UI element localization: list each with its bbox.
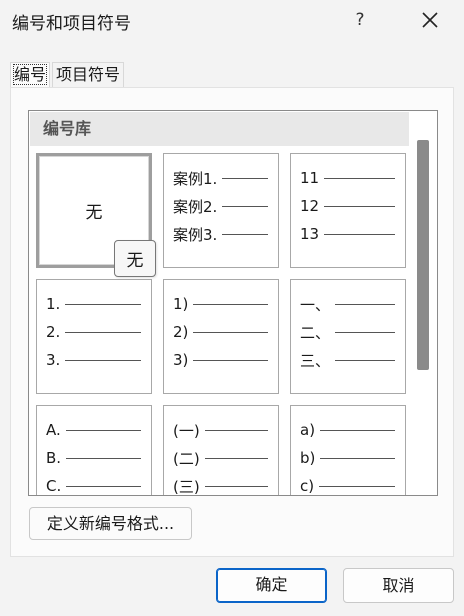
list-item: 13: [300, 220, 397, 248]
tooltip: 无: [114, 240, 156, 277]
list-item: A.: [46, 416, 143, 444]
list-item: b): [300, 444, 397, 472]
list-item: (一): [173, 416, 270, 444]
dialog-title: 编号和项目符号: [12, 14, 131, 34]
tab-numbering[interactable]: 编号: [10, 62, 51, 87]
list-item: 案例1.: [173, 164, 270, 192]
list-item: 案例2.: [173, 192, 270, 220]
list-item: 11: [300, 164, 397, 192]
gallery-header: 编号库: [30, 112, 409, 146]
list-item: 2): [173, 318, 270, 346]
ok-button[interactable]: 确定: [216, 568, 327, 603]
numbering-option-11[interactable]: 11 12 13: [290, 153, 406, 268]
close-button[interactable]: [410, 4, 450, 36]
list-item: c): [300, 472, 397, 495]
list-item: 2.: [46, 318, 143, 346]
numbering-option-decimal-dot[interactable]: 1. 2. 3.: [36, 279, 152, 394]
gallery-scrollbar[interactable]: [410, 112, 436, 494]
list-item: 1): [173, 290, 270, 318]
list-item: (二): [173, 444, 270, 472]
list-item: 二、: [300, 318, 397, 346]
list-item: a): [300, 416, 397, 444]
list-item: 一、: [300, 290, 397, 318]
tab-numbering-label: 编号: [12, 64, 48, 85]
list-item: C.: [46, 472, 143, 495]
cancel-button[interactable]: 取消: [343, 568, 454, 603]
help-button[interactable]: ?: [340, 4, 380, 36]
list-item: 3.: [46, 346, 143, 374]
tab-bullets[interactable]: 项目符号: [52, 62, 125, 87]
list-item: B.: [46, 444, 143, 472]
list-item: (三): [173, 472, 270, 495]
list-item: 12: [300, 192, 397, 220]
numbering-option-lower-alpha[interactable]: a) b) c): [290, 405, 406, 495]
numbering-option-chinese-paren[interactable]: (一) (二) (三): [163, 405, 279, 495]
define-new-format-button[interactable]: 定义新编号格式...: [29, 507, 192, 540]
numbering-option-upper-alpha[interactable]: A. B. C.: [36, 405, 152, 495]
numbering-grid: 无 案例1. 案例2. 案例3. 11 12 13 1. 2. 3. 1) 2)…: [36, 153, 406, 495]
list-item: 1.: [46, 290, 143, 318]
numbering-option-chinese[interactable]: 一、 二、 三、: [290, 279, 406, 394]
tab-bullets-label: 项目符号: [56, 65, 121, 84]
list-item: 三、: [300, 346, 397, 374]
tab-panel: 编号库 无 案例1. 案例2. 案例3. 11 12 13 1. 2. 3. 1…: [10, 87, 454, 557]
help-icon: ?: [355, 10, 365, 30]
numbering-gallery: 编号库 无 案例1. 案例2. 案例3. 11 12 13 1. 2. 3. 1…: [28, 110, 438, 496]
numbering-option-decimal-paren[interactable]: 1) 2) 3): [163, 279, 279, 394]
tab-strip: 编号 项目符号: [10, 62, 125, 88]
numbering-option-case[interactable]: 案例1. 案例2. 案例3.: [163, 153, 279, 268]
scrollbar-thumb[interactable]: [417, 140, 429, 370]
list-item: 3): [173, 346, 270, 374]
title-bar: 编号和项目符号 ?: [0, 0, 464, 40]
close-icon: [422, 12, 438, 28]
list-item: 案例3.: [173, 220, 270, 248]
